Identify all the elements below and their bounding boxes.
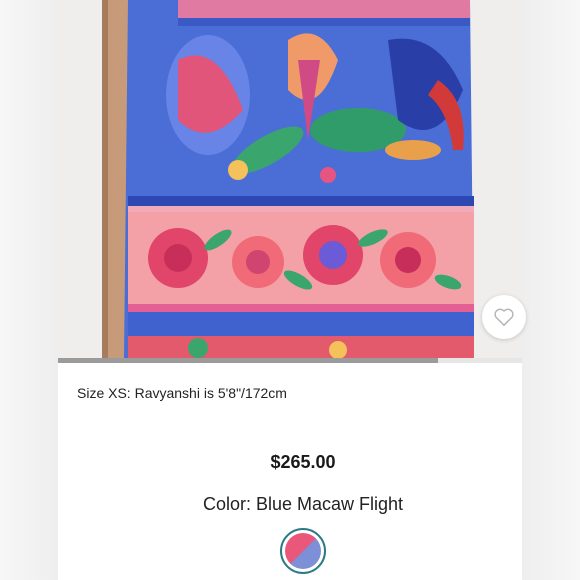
right-margin [522,0,580,580]
left-margin [0,0,58,580]
product-image[interactable] [58,0,522,358]
image-scroll-thumb[interactable] [58,358,439,363]
color-swatch[interactable] [280,528,326,574]
swatch-fill [285,533,321,569]
size-note: Size XS: Ravyanshi is 5'8"/172cm [77,385,287,401]
color-label: Color: Blue Macaw Flight [202,494,404,514]
product-page: Size XS: Ravyanshi is 5'8"/172cm $265.00… [0,0,580,580]
dress-photo [58,0,522,358]
image-scroll-track[interactable] [58,358,522,363]
favorite-button[interactable] [482,295,526,339]
heart-icon [494,308,514,326]
product-price: $265.00 [270,452,336,472]
